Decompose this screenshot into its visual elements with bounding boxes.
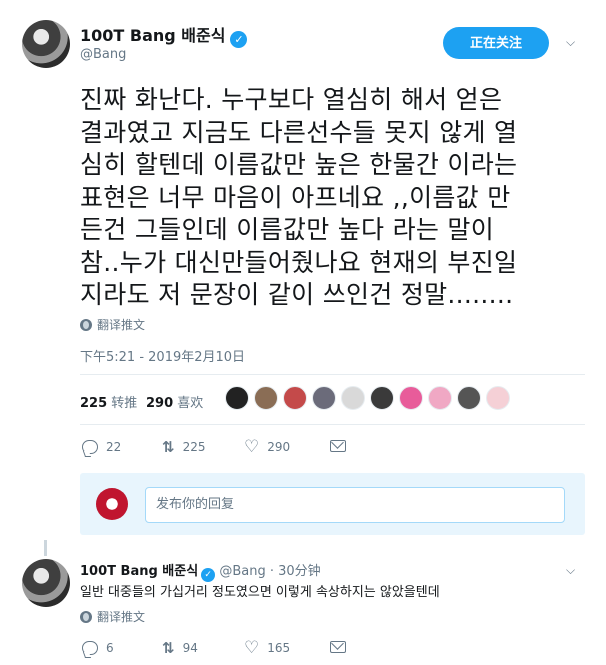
translate-tweet-link[interactable]: 翻译推文 xyxy=(80,316,145,333)
author-display-name[interactable]: 100T Bang 배준식 ✓ xyxy=(80,22,248,48)
globe-icon xyxy=(80,611,92,623)
like-stat-label: 喜欢 xyxy=(177,396,204,411)
verified-badge-icon: ✓ xyxy=(201,568,216,582)
reply-action[interactable]: 22 xyxy=(82,440,121,454)
current-user-avatar xyxy=(96,488,128,520)
translate-label: 翻译推文 xyxy=(97,318,146,332)
reply-like-count: 165 xyxy=(267,641,291,655)
reply-like-action[interactable]: ♡ 165 xyxy=(244,638,291,658)
heart-icon: ♡ xyxy=(244,638,260,658)
author-handle[interactable]: @Bang xyxy=(80,47,126,62)
reply-author-header[interactable]: 100T Bang 배준식 ✓ @Bang · 30分钟 xyxy=(80,560,321,582)
retweet-stat-label: 转推 xyxy=(111,396,138,411)
reply-reply-count: 6 xyxy=(106,641,114,655)
reply-retweet-action[interactable]: ⇅ 94 xyxy=(162,639,198,657)
reply-input[interactable]: 发布你的回复 xyxy=(145,487,565,523)
retweet-icon: ⇅ xyxy=(162,639,175,657)
reply-author-name: 100T Bang 배준식 xyxy=(80,564,199,579)
reply-direct-message-action[interactable] xyxy=(330,641,346,653)
reply-more-options-chevron-icon[interactable]: ⌵ xyxy=(566,563,575,578)
thread-line xyxy=(44,540,47,556)
like-action[interactable]: ♡ 290 xyxy=(244,437,291,457)
retweet-action[interactable]: ⇅ 225 xyxy=(162,438,206,456)
retweet-count: 225 xyxy=(182,440,206,454)
divider xyxy=(80,424,585,425)
reply-translate-link[interactable]: 翻译推文 xyxy=(80,608,145,625)
like-stat-count: 290 xyxy=(146,396,174,411)
liker-avatar[interactable] xyxy=(254,386,278,410)
liker-avatar[interactable] xyxy=(399,386,423,410)
liker-avatar[interactable] xyxy=(341,386,365,410)
like-stat[interactable]: 290 喜欢 xyxy=(146,392,203,411)
reply-icon xyxy=(82,440,98,454)
liker-avatar[interactable] xyxy=(225,386,249,410)
reply-reply-action[interactable]: 6 xyxy=(82,641,114,655)
verified-badge-icon: ✓ xyxy=(230,31,248,48)
divider xyxy=(80,374,585,375)
liker-avatar[interactable] xyxy=(428,386,452,410)
liker-avatar[interactable] xyxy=(457,386,481,410)
tweet-timestamp[interactable]: 下午5:21 - 2019年2月10日 xyxy=(80,346,245,365)
reply-translate-label: 翻译推文 xyxy=(97,610,146,624)
reply-icon xyxy=(82,641,98,655)
liker-avatars[interactable] xyxy=(225,386,510,412)
reply-count: 22 xyxy=(106,440,122,454)
reply-handle-time: @Bang · 30分钟 xyxy=(219,564,321,579)
liker-avatar[interactable] xyxy=(312,386,336,410)
retweet-stat[interactable]: 225 转推 xyxy=(80,392,137,411)
following-button[interactable]: 正在关注 xyxy=(443,27,549,59)
reply-author-avatar[interactable] xyxy=(22,559,70,607)
globe-icon xyxy=(80,319,92,331)
retweet-stat-count: 225 xyxy=(80,396,108,411)
liker-avatar[interactable] xyxy=(486,386,510,410)
author-avatar[interactable] xyxy=(22,20,70,68)
tweet-text: 진짜 화난다. 누구보다 열심히 해서 얻은 결과였고 지금도 다른선수들 못지… xyxy=(80,85,518,309)
author-name-text: 100T Bang 배준식 xyxy=(80,26,226,45)
liker-avatar[interactable] xyxy=(283,386,307,410)
retweet-icon: ⇅ xyxy=(162,438,175,456)
envelope-icon xyxy=(330,641,346,653)
like-count: 290 xyxy=(267,440,291,454)
envelope-icon xyxy=(330,440,346,452)
heart-icon: ♡ xyxy=(244,437,260,457)
more-options-chevron-icon[interactable]: ⌵ xyxy=(566,35,575,50)
direct-message-action[interactable] xyxy=(330,440,346,452)
reply-text: 일반 대중들의 가십거리 정도였으면 이렇게 속상하지는 않았을텐데 xyxy=(80,585,440,600)
reply-retweet-count: 94 xyxy=(182,641,198,655)
liker-avatar[interactable] xyxy=(370,386,394,410)
